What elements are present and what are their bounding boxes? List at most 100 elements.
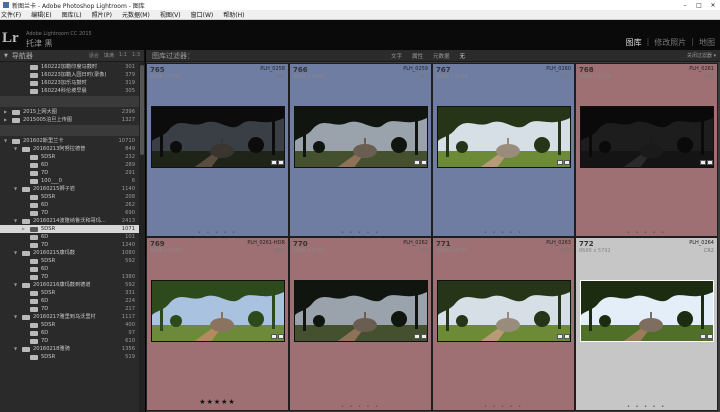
photo-thumbnail[interactable] (294, 280, 428, 342)
rating-dots[interactable]: • • • • • (290, 404, 431, 410)
folder-row[interactable]: ▼ 20160217雅里到乌沃里村 1117 (0, 313, 139, 321)
folder-row[interactable]: 160224科伦坡早晨 305 (0, 87, 139, 95)
filter-text[interactable]: 文字 (391, 52, 402, 60)
photo-cell[interactable]: 772 8688 x 5792 PLH_0264 CR2 • • • • • (575, 237, 718, 411)
photo-thumbnail[interactable] (294, 106, 428, 168)
folder-row[interactable]: ▶ 2015005泊旦上传图 1327 (0, 116, 139, 124)
folder-row[interactable]: 100___0 6 (0, 177, 139, 185)
scrollbar-thumb[interactable] (140, 65, 144, 155)
navigator-header[interactable]: ▼ 导航器 适合 填满 1:1 1:3 (0, 50, 144, 62)
folder-row[interactable]: 5DSR 592 (0, 257, 139, 265)
module-library[interactable]: 图库 (621, 37, 647, 48)
zoom-1-3[interactable]: 1:3 (132, 52, 140, 59)
edited-badge-icon[interactable] (414, 334, 420, 339)
menu-window[interactable]: 窗口(W) (191, 10, 214, 19)
metadata-badge-icon[interactable] (278, 160, 284, 165)
photo-cell[interactable]: 770 8688 x 5792 PLH_0262 CR2 • • • • • (289, 237, 432, 411)
menu-edit[interactable]: 编辑(E) (31, 10, 51, 19)
folder-row[interactable]: 7D 1240 (0, 241, 139, 249)
folder-row[interactable]: 6D 262 (0, 201, 139, 209)
folder-row[interactable]: 5DSR 519 (0, 353, 139, 361)
metadata-badge-icon[interactable] (707, 334, 713, 339)
photo-cell[interactable]: 766 8688 x 5792 PLH_0259 CR2 • • • • • (289, 63, 432, 237)
minimize-button[interactable]: – (678, 2, 692, 9)
metadata-badge-icon[interactable] (564, 334, 570, 339)
maximize-button[interactable]: □ (692, 2, 706, 9)
zoom-fill[interactable]: 填满 (104, 52, 114, 59)
module-map[interactable]: 地图 (694, 37, 720, 48)
edited-badge-icon[interactable] (557, 334, 563, 339)
folder-row[interactable]: ▼ 20160215康玛鼓 1080 (0, 249, 139, 257)
folder-row[interactable]: 160223加乐马鼓时 319 (0, 79, 139, 87)
rating-dots[interactable]: • • • • • (433, 404, 574, 410)
folder-row[interactable]: 7D 610 (0, 337, 139, 345)
disclosure-open-icon[interactable]: ▼ (4, 137, 7, 145)
edited-badge-icon[interactable] (700, 160, 706, 165)
metadata-badge-icon[interactable] (421, 160, 427, 165)
rating-dots[interactable]: • • • • • (576, 230, 717, 236)
folder-row[interactable]: ▼ 20160214波隆纳鲁沃和哥玛... 2413 (0, 217, 139, 225)
volume-bar[interactable] (0, 96, 139, 107)
photo-cell[interactable]: 765 8688 x 5792 PLH_0258 CR2 • • • • • (146, 63, 289, 237)
folder-row[interactable]: ▶ 2015上网大图 2396 (0, 108, 139, 116)
rating-dots[interactable]: • • • • • (433, 230, 574, 236)
zoom-fit[interactable]: 适合 (89, 52, 99, 59)
edited-badge-icon[interactable] (557, 160, 563, 165)
folder-row[interactable]: ▼ 20160218雅骑 1356 (0, 345, 139, 353)
rating-dots[interactable]: • • • • • (147, 230, 288, 236)
edited-badge-icon[interactable] (700, 334, 706, 339)
edited-badge-icon[interactable] (271, 160, 277, 165)
menu-view[interactable]: 视图(V) (160, 10, 181, 19)
folder-row[interactable]: 6D (0, 265, 139, 273)
menu-photo[interactable]: 照片(P) (92, 10, 112, 19)
edited-badge-icon[interactable] (271, 334, 277, 339)
photo-cell[interactable]: 767 8688 x 5792 PLH_0260 CR2 • • • • • (432, 63, 575, 237)
disclosure-open-icon[interactable]: ▼ (14, 249, 17, 257)
zoom-1-1[interactable]: 1:1 (119, 52, 127, 59)
metadata-badge-icon[interactable] (421, 334, 427, 339)
disclosure-open-icon[interactable]: ▼ (14, 185, 17, 193)
menu-help[interactable]: 帮助(H) (223, 10, 244, 19)
metadata-badge-icon[interactable] (278, 334, 284, 339)
folder-row[interactable]: 5DSR 232 (0, 153, 139, 161)
photo-cell[interactable]: 771 8688 x 5792 PLH_0263 CR2 • • • • • (432, 237, 575, 411)
menu-library[interactable]: 图库(L) (62, 10, 82, 19)
disclosure-open-icon[interactable]: ▼ (14, 345, 17, 353)
folder-row[interactable]: 7D 217 (0, 305, 139, 313)
metadata-badge-icon[interactable] (707, 160, 713, 165)
folder-row[interactable]: ▼ 20160215狮子岩 1140 (0, 185, 139, 193)
folder-row[interactable]: 160223加勒入园日时(录像) 379 (0, 71, 139, 79)
photo-cell[interactable]: 769 8688 x 5792 PLH_0261-HDR DNG ★★★★★ (146, 237, 289, 411)
star-rating[interactable]: ★★★★★ (147, 398, 288, 406)
menu-file[interactable]: 文件(F) (1, 10, 21, 19)
photo-thumbnail[interactable] (151, 106, 285, 168)
folder-row[interactable]: 7D 291 (0, 169, 139, 177)
filter-preset-dropdown[interactable]: 关闭过滤器 ▾ (687, 52, 716, 59)
folder-row[interactable]: 160222加勒印度马鼓时 301 (0, 63, 139, 71)
folder-row[interactable]: 7D 690 (0, 209, 139, 217)
close-button[interactable]: ✕ (706, 2, 720, 9)
folder-row[interactable]: 5DSR 400 (0, 321, 139, 329)
edited-badge-icon[interactable] (414, 160, 420, 165)
folder-row[interactable]: 5DSR 208 (0, 193, 139, 201)
photo-thumbnail[interactable] (580, 106, 714, 168)
volume-bar[interactable] (0, 125, 139, 136)
folder-row[interactable]: ▼ 20160213阿努拉德普 849 (0, 145, 139, 153)
folder-row[interactable]: ▼ 201602斯里兰卡 10710 (0, 137, 139, 145)
filter-attribute[interactable]: 属性 (412, 52, 423, 60)
disclosure-open-icon[interactable]: ▼ (14, 217, 17, 225)
disclosure-open-icon[interactable]: ▼ (14, 145, 17, 153)
folder-row[interactable]: 6D 101 (0, 233, 139, 241)
photo-thumbnail[interactable] (580, 280, 714, 342)
rating-dots[interactable]: • • • • • (576, 404, 717, 410)
rating-dots[interactable]: • • • • • (290, 230, 431, 236)
folder-row[interactable]: 6D 97 (0, 329, 139, 337)
filter-none[interactable]: 无 (460, 52, 466, 60)
disclosure-closed-icon[interactable]: ▶ (22, 225, 25, 233)
photo-cell[interactable]: 768 8688 x 5792 PLH_0261 CR2 • • • • • (575, 63, 718, 237)
module-develop[interactable]: 修改照片 (649, 37, 691, 48)
disclosure-open-icon[interactable]: ▼ (14, 313, 17, 321)
disclosure-closed-icon[interactable]: ▶ (4, 116, 7, 124)
folders-scrollbar[interactable] (139, 63, 145, 412)
folder-row[interactable]: 7D 1380 (0, 273, 139, 281)
